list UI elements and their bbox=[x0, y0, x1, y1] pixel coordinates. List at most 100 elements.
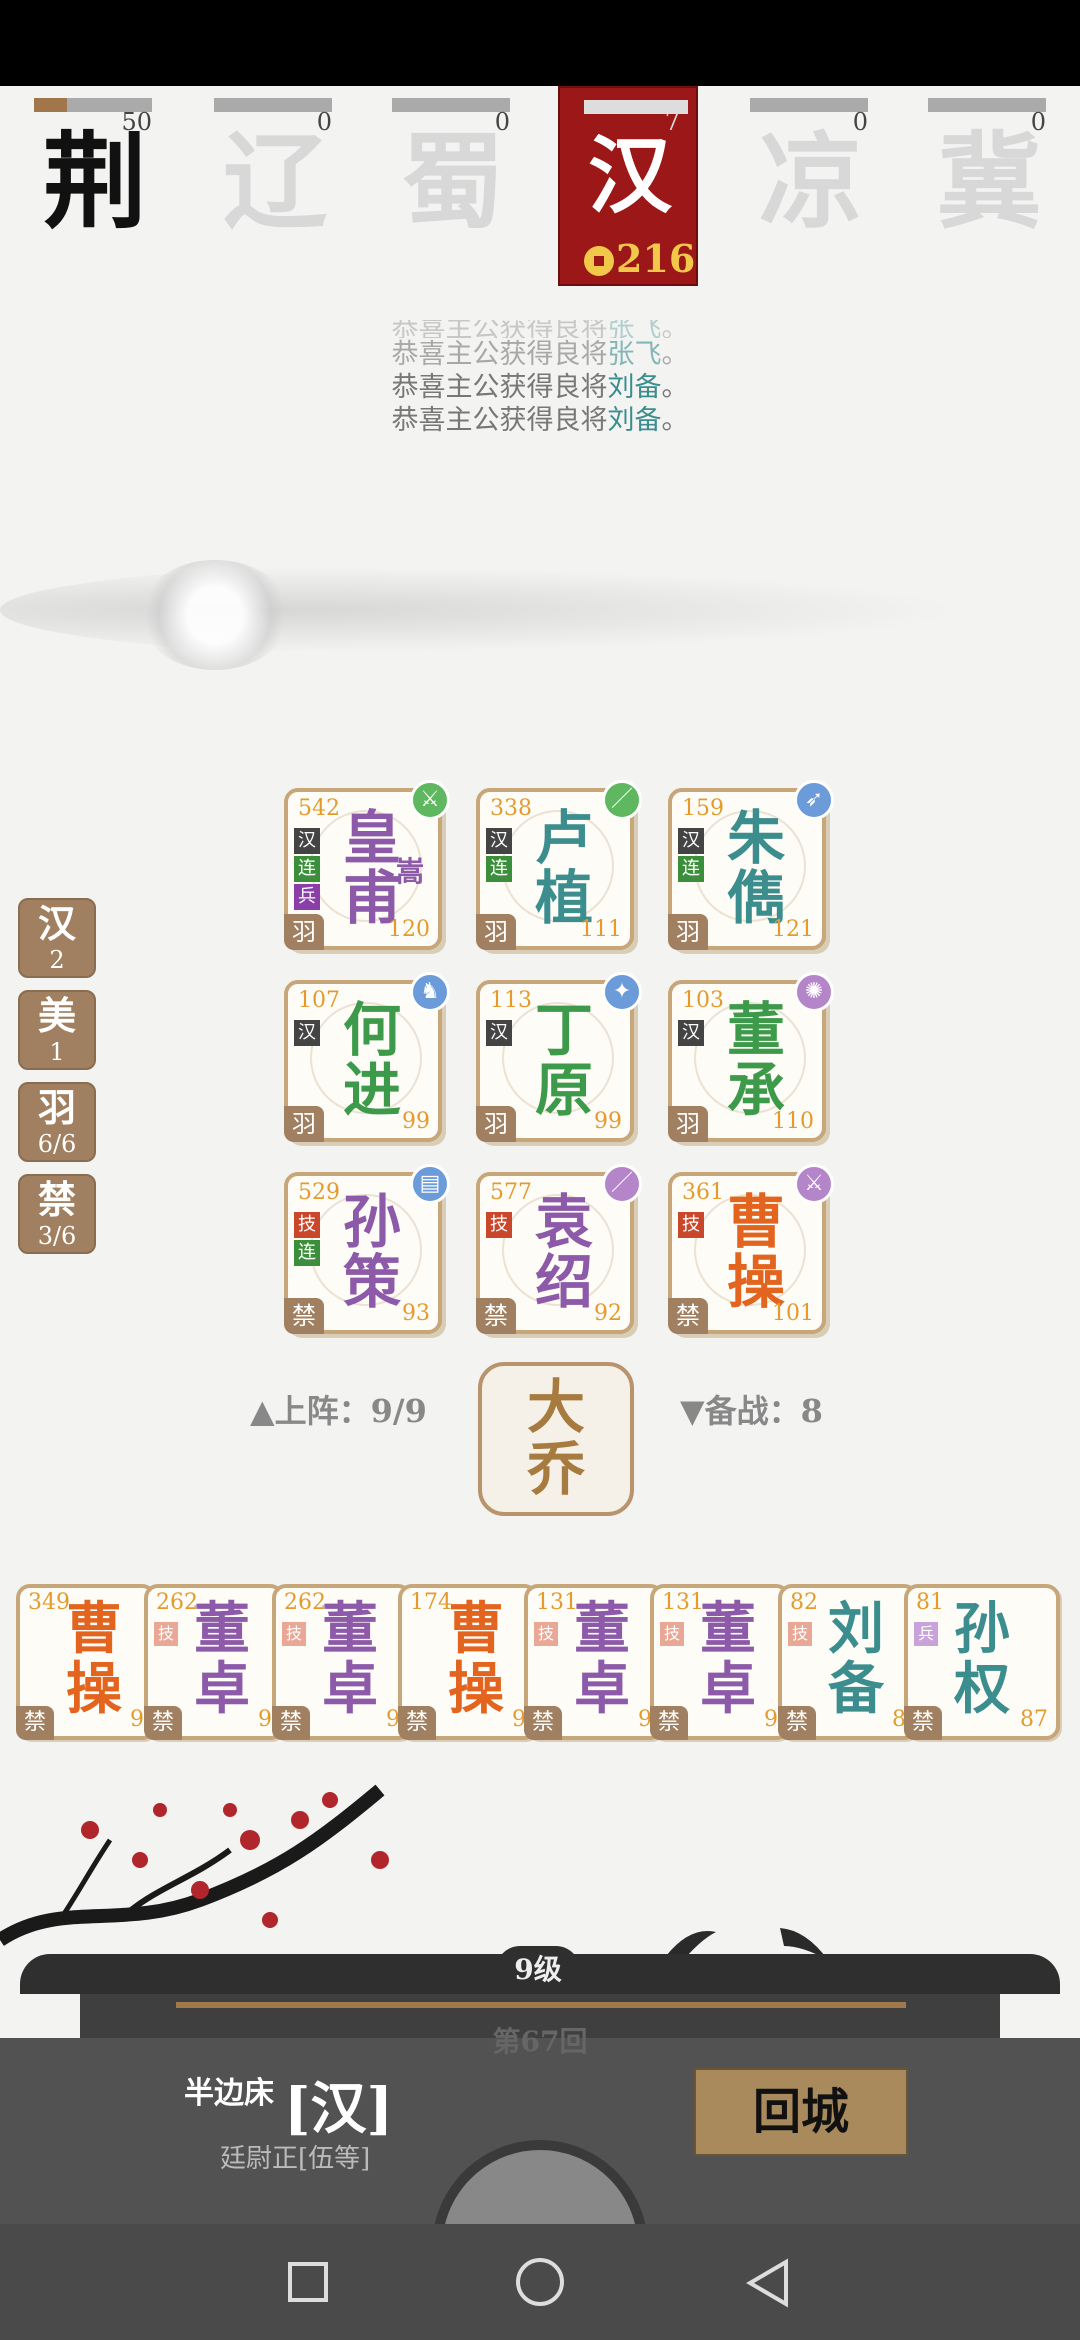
bench-card[interactable]: 82 技 刘备 8 禁 bbox=[778, 1584, 918, 1740]
hero-card-zhujun[interactable]: 159 汉连 朱儁 121 羽 ➶ bbox=[668, 780, 834, 950]
message-line: 恭喜主公获得良将张飞。 bbox=[391, 320, 689, 338]
recents-icon[interactable] bbox=[288, 2262, 328, 2302]
trait-tag: 技 bbox=[534, 1622, 558, 1646]
round-counter: 第67回 bbox=[492, 2025, 588, 2058]
trait-tag: 汉 bbox=[294, 1020, 320, 1046]
hero-class: 禁 bbox=[650, 1706, 688, 1740]
hero-card-huangfusong[interactable]: 542 汉连兵 皇甫 嵩 120 羽 ⚔ bbox=[284, 780, 450, 950]
hero-card-dingyuan[interactable]: 113 汉 丁原 99 羽 ✦ bbox=[476, 972, 642, 1142]
player-name: 半边床 bbox=[184, 2076, 274, 2111]
bench-card[interactable]: 131 技 董卓 9 禁 bbox=[650, 1584, 790, 1740]
return-city-button[interactable]: 回城 bbox=[694, 2068, 908, 2156]
hero-class: 禁 bbox=[16, 1706, 54, 1740]
featured-hero[interactable]: 大乔 bbox=[478, 1362, 634, 1516]
hero-hp: 121 bbox=[772, 917, 814, 942]
hero-card-suince[interactable]: 529 技连 孙策 93 禁 ▤ bbox=[284, 1164, 450, 1334]
trait-tag: 技 bbox=[678, 1212, 704, 1238]
message-line: 恭喜主公获得良将刘备。 bbox=[391, 405, 689, 436]
trait-tag: 技 bbox=[294, 1212, 320, 1238]
bench-card[interactable]: 262 技 董卓 9 禁 bbox=[272, 1584, 412, 1740]
hero-name: 董卓 bbox=[574, 1597, 630, 1722]
bench-card[interactable]: 174 曹操 9 禁 bbox=[398, 1584, 538, 1740]
formation-count: ▲上阵：9/9 bbox=[250, 1392, 427, 1430]
faction-jing[interactable]: 50 荆 bbox=[0, 86, 152, 286]
faction-progress bbox=[214, 98, 332, 112]
trait-tag: 技 bbox=[154, 1622, 178, 1646]
horse-icon: ♞ bbox=[410, 972, 450, 1012]
faction-name: 汉 bbox=[587, 126, 672, 225]
synergy-tag-yu[interactable]: 羽 6/6 bbox=[18, 1082, 96, 1162]
back-icon[interactable] bbox=[744, 2258, 792, 2308]
hero-card-caocao[interactable]: 361 技 曹操 101 禁 ⚔ bbox=[668, 1164, 834, 1334]
hero-class: 羽 bbox=[284, 914, 324, 950]
faction-name: 荆 bbox=[42, 120, 147, 243]
faction-liang[interactable]: 0 凉 bbox=[716, 86, 868, 286]
faction-name: 蜀 bbox=[400, 120, 505, 243]
synergy-tag-mei[interactable]: 美1 bbox=[18, 990, 96, 1070]
trait-tag: 汉 bbox=[294, 828, 320, 854]
hero-card-dongcheng[interactable]: 103 汉 董承 110 羽 ✺ bbox=[668, 972, 834, 1142]
faction-han[interactable]: 7 汉 216 bbox=[558, 86, 698, 286]
hero-class: 禁 bbox=[476, 1298, 516, 1334]
faction-progress bbox=[750, 98, 868, 112]
wand-icon: ✦ bbox=[602, 972, 642, 1012]
faction-liao[interactable]: 0 辽 bbox=[180, 86, 332, 286]
message-log: 恭喜主公获得良将张飞。 恭喜主公获得良将张飞。 恭喜主公获得良将刘备。 恭喜主公… bbox=[0, 320, 1080, 437]
hero-hp: 101 bbox=[772, 1301, 814, 1326]
hero-class: 禁 bbox=[272, 1706, 310, 1740]
hero-name: 董卓 bbox=[194, 1597, 250, 1722]
hero-card-luzhi[interactable]: 338 汉连 卢植 111 羽 ／ bbox=[476, 780, 642, 950]
trait-tag: 技 bbox=[660, 1622, 684, 1646]
synergy-tag-jin[interactable]: 禁 3/6 bbox=[18, 1174, 96, 1254]
player-rank: 廷尉正[伍等] bbox=[220, 2144, 371, 2174]
hero-name: 曹操 bbox=[726, 1188, 785, 1316]
bench-card[interactable]: 81 兵 孙权 87 禁 bbox=[904, 1584, 1060, 1740]
hero-class: 禁 bbox=[524, 1706, 562, 1740]
trait-tag: 连 bbox=[678, 856, 704, 882]
hero-name: 袁绍 bbox=[534, 1188, 593, 1316]
faction-ji[interactable]: 0 冀 bbox=[894, 86, 1046, 286]
hero-class: 禁 bbox=[778, 1706, 816, 1740]
hero-name: 丁原 bbox=[534, 996, 593, 1124]
level-indicator: 9级 bbox=[496, 1946, 580, 1994]
home-icon[interactable] bbox=[516, 2258, 564, 2306]
hero-name: 曹操 bbox=[448, 1597, 504, 1722]
hero-name: 孙权 bbox=[954, 1597, 1010, 1722]
hero-name: 朱儁 bbox=[726, 804, 785, 932]
faction-progress bbox=[928, 98, 1046, 112]
hero-hp: 110 bbox=[772, 1109, 814, 1134]
hero-hp: 87 bbox=[1020, 1707, 1048, 1732]
faction-name: 凉 bbox=[758, 120, 863, 243]
trait-tag: 兵 bbox=[294, 884, 320, 910]
bench-card[interactable]: 349 曹操 9 禁 bbox=[16, 1584, 156, 1740]
coin-icon bbox=[584, 246, 614, 276]
hero-name: 曹操 bbox=[66, 1597, 122, 1722]
faction-bar: 50 荆 0 辽 0 蜀 7 汉 216 0 凉 0 冀 bbox=[0, 86, 1080, 296]
hero-class: 羽 bbox=[668, 1106, 708, 1142]
bench-card[interactable]: 262 技 董卓 9 禁 bbox=[144, 1584, 284, 1740]
synergy-tag-han[interactable]: 汉2 bbox=[18, 898, 96, 978]
spear-icon: ／ bbox=[602, 780, 642, 820]
hero-class: 禁 bbox=[284, 1298, 324, 1334]
trait-tag: 汉 bbox=[678, 1020, 704, 1046]
hero-class: 禁 bbox=[398, 1706, 436, 1740]
bow-icon: ➶ bbox=[794, 780, 834, 820]
plum-blossom-decoration bbox=[0, 1784, 389, 1946]
faction-name: 冀 bbox=[936, 120, 1041, 243]
coin-counter: 216 bbox=[584, 236, 695, 281]
hero-hp: 99 bbox=[402, 1109, 430, 1134]
hero-card-yuanshao[interactable]: 577 技 袁绍 92 禁 ／ bbox=[476, 1164, 642, 1334]
trait-tag: 技 bbox=[486, 1212, 512, 1238]
hero-class: 羽 bbox=[476, 1106, 516, 1142]
trait-tag: 连 bbox=[294, 856, 320, 882]
status-bar bbox=[0, 0, 1080, 86]
bench-card[interactable]: 131 技 董卓 9 禁 bbox=[524, 1584, 664, 1740]
reserve-count: ▼备战：8 bbox=[680, 1392, 823, 1430]
hero-hp: 93 bbox=[402, 1301, 430, 1326]
book-icon: ▤ bbox=[410, 1164, 450, 1204]
hero-card-hejin[interactable]: 107 汉 何进 99 羽 ♞ bbox=[284, 972, 450, 1142]
hero-name: 董卓 bbox=[700, 1597, 756, 1722]
hero-power: 81 bbox=[916, 1590, 944, 1615]
hero-hp: 9 bbox=[258, 1707, 272, 1732]
faction-shu[interactable]: 0 蜀 bbox=[358, 86, 510, 286]
